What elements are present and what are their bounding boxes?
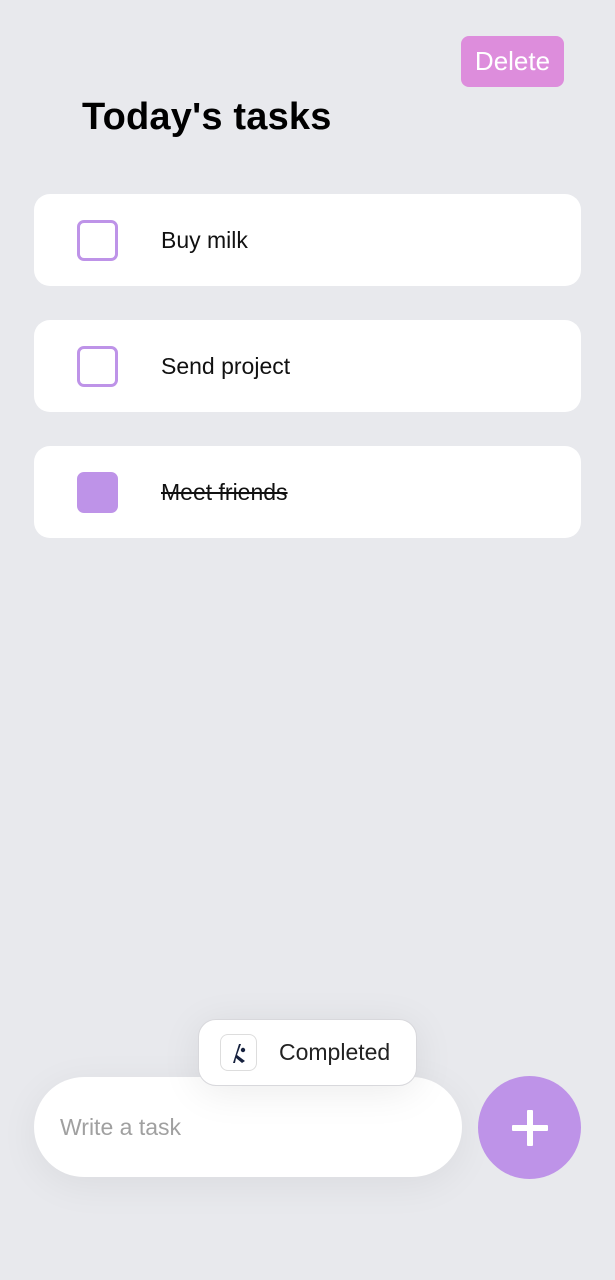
task-checkbox[interactable]	[77, 346, 118, 387]
toast-label: Completed	[279, 1039, 391, 1065]
add-task-button[interactable]	[478, 1076, 581, 1179]
task-checkbox-checked[interactable]	[77, 472, 118, 513]
app-logo-icon	[220, 1034, 257, 1071]
task-item[interactable]: Buy milk	[34, 194, 581, 286]
task-checkbox[interactable]	[77, 220, 118, 261]
completed-toast: Completed	[198, 1019, 417, 1086]
task-label: Buy milk	[161, 226, 248, 253]
task-label: Send project	[161, 352, 291, 379]
task-item[interactable]: Meet friends	[34, 446, 581, 538]
delete-button[interactable]: Delete	[461, 36, 564, 87]
task-list: Buy milk Send project Meet friends	[34, 194, 581, 572]
task-input-container	[34, 1077, 462, 1177]
task-item[interactable]: Send project	[34, 320, 581, 412]
page-title: Today's tasks	[82, 96, 332, 138]
task-label: Meet friends	[161, 478, 288, 505]
plus-icon	[511, 1109, 548, 1146]
task-input[interactable]	[60, 1105, 440, 1149]
